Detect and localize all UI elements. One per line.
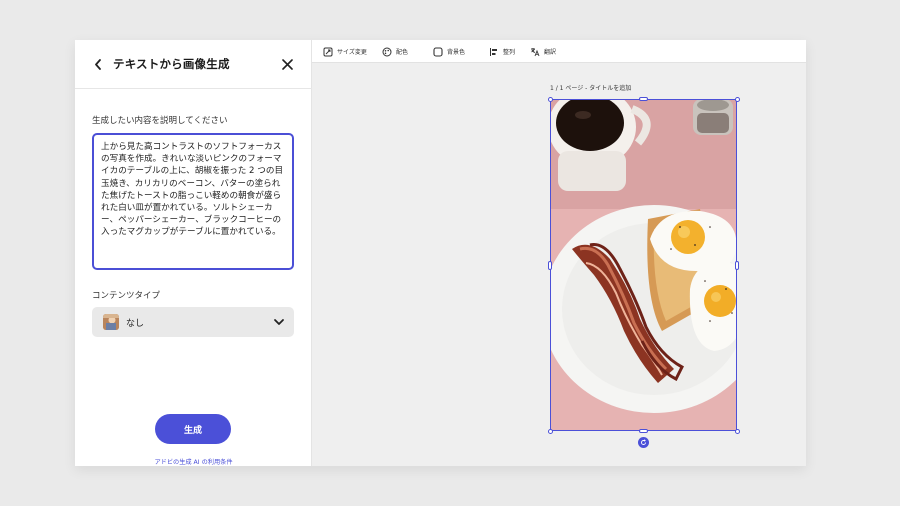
resize-handle-right[interactable] bbox=[735, 261, 739, 270]
toolbar-translate-label: 翻訳 bbox=[544, 49, 557, 56]
resize-handle-top-right[interactable] bbox=[734, 96, 740, 102]
content-type-select[interactable]: なし bbox=[92, 307, 294, 337]
close-button[interactable] bbox=[279, 55, 295, 73]
generate-button[interactable]: 生成 bbox=[155, 414, 231, 444]
back-button[interactable] bbox=[91, 55, 105, 73]
palette-icon bbox=[382, 47, 392, 56]
generated-image[interactable] bbox=[550, 99, 737, 431]
rotate-icon bbox=[641, 439, 646, 445]
prompt-textarea[interactable]: 上から見た高コントラストのソフトフォーカスの写真を作成。きれいな淡いピンクのフォ… bbox=[92, 133, 294, 270]
toolbar-palette-label: 配色 bbox=[396, 49, 409, 56]
content-type-value: なし bbox=[126, 319, 145, 329]
text-to-image-panel: テキストから画像生成 生成したい内容を説明してください 上から見た高コントラスト… bbox=[75, 40, 312, 466]
resize-handle-top[interactable] bbox=[639, 97, 648, 101]
content-type-thumbnail bbox=[103, 314, 119, 330]
toolbar-resize-label: サイズ変更 bbox=[337, 49, 367, 56]
rotate-handle[interactable] bbox=[638, 437, 649, 448]
translate-icon bbox=[531, 47, 540, 56]
resize-handle-top-left[interactable] bbox=[547, 96, 553, 102]
toolbar-background-color-label: 背景色 bbox=[447, 49, 466, 56]
terms-link[interactable]: アドビの生成 AI の利用条件 bbox=[75, 457, 312, 466]
resize-handle-left[interactable] bbox=[548, 261, 552, 270]
resize-handle-bottom-right[interactable] bbox=[734, 428, 740, 434]
background-color-icon bbox=[433, 46, 443, 57]
resize-handle-bottom-left[interactable] bbox=[547, 428, 553, 434]
prompt-text: 上から見た高コントラストのソフトフォーカスの写真を作成。きれいな淡いピンクのフォ… bbox=[101, 142, 284, 238]
chevron-left-icon bbox=[95, 58, 101, 70]
close-icon bbox=[281, 58, 293, 70]
prompt-label: 生成したい内容を説明してください bbox=[92, 116, 228, 126]
chevron-down-icon bbox=[274, 319, 284, 325]
toolbar-translate[interactable]: 翻訳 bbox=[530, 45, 556, 58]
toolbar-resize[interactable]: サイズ変更 bbox=[323, 45, 367, 58]
resize-icon bbox=[323, 47, 333, 56]
breakfast-image bbox=[550, 99, 737, 431]
editor-toolbar: サイズ変更 配色 背景色 整列 翻訳 bbox=[312, 40, 806, 63]
content-type-label: コンテンツタイプ bbox=[92, 291, 161, 301]
app-window: テキストから画像生成 生成したい内容を説明してください 上から見た高コントラスト… bbox=[75, 40, 806, 466]
panel-header: テキストから画像生成 bbox=[75, 40, 312, 89]
page-label[interactable]: 1 / 1 ページ - タイトルを追加 bbox=[550, 83, 631, 92]
toolbar-align[interactable]: 整列 bbox=[489, 45, 515, 58]
toolbar-background-color[interactable]: 背景色 bbox=[433, 45, 465, 58]
toolbar-palette[interactable]: 配色 bbox=[382, 45, 408, 58]
align-icon bbox=[490, 47, 497, 56]
canvas-area: 1 / 1 ページ - タイトルを追加 bbox=[312, 63, 806, 466]
toolbar-align-label: 整列 bbox=[503, 49, 516, 56]
resize-handle-bottom[interactable] bbox=[639, 429, 648, 433]
panel-title: テキストから画像生成 bbox=[113, 57, 230, 71]
